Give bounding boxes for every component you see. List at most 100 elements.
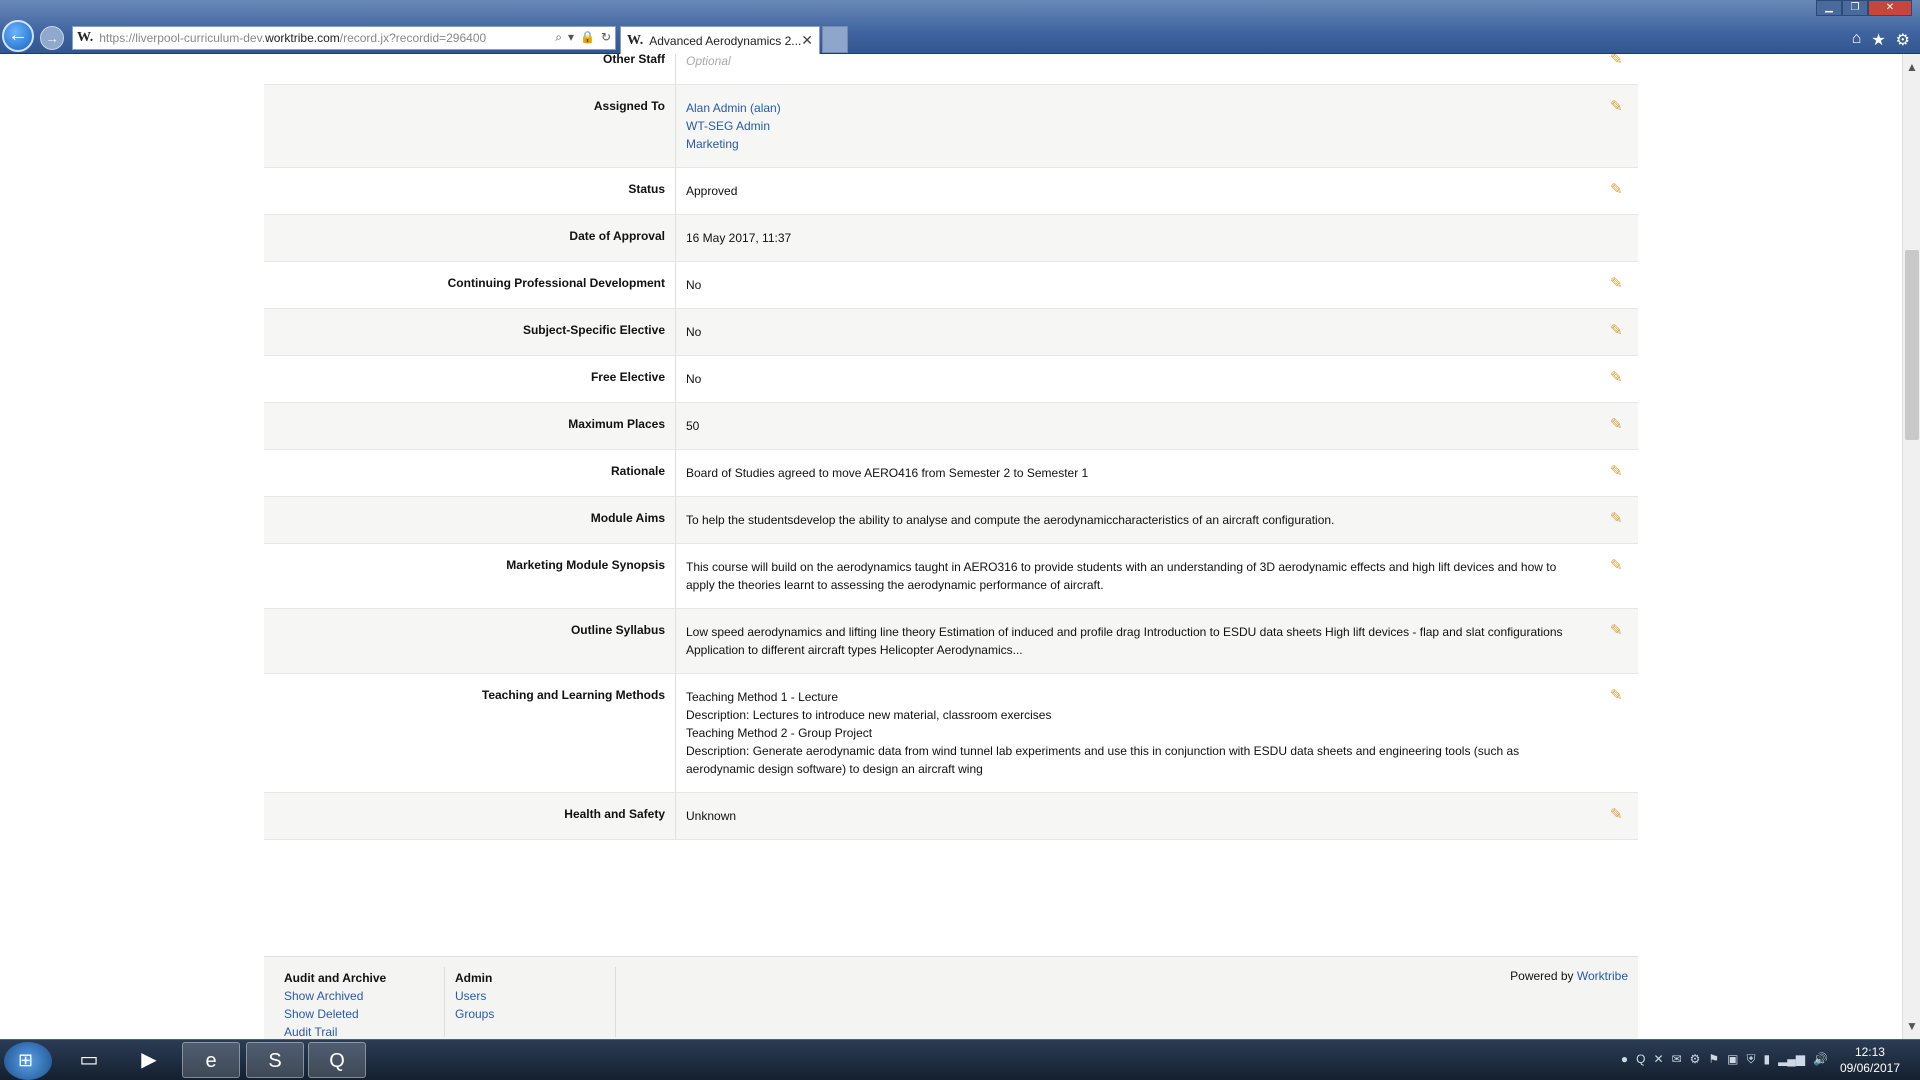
field-label: Continuing Professional Development — [264, 262, 676, 308]
taskbar-media-player-icon[interactable]: ▶ — [120, 1042, 178, 1078]
dropdown-icon[interactable]: ▾ — [568, 30, 574, 45]
tray-icon[interactable]: Q — [1636, 1052, 1645, 1067]
new-tab-button[interactable] — [822, 26, 848, 53]
tray-icon[interactable]: ⛨ — [1746, 1052, 1755, 1067]
forward-button[interactable]: → — [40, 26, 64, 50]
field-value: Board of Studies agreed to move AERO416 … — [676, 450, 1638, 496]
field-value: No ✎ — [676, 309, 1638, 355]
edit-pencil-icon[interactable]: ✎ — [1610, 807, 1626, 823]
browser-right-icons: ⌂ ★ ⚙ — [1852, 30, 1910, 50]
show-archived-link[interactable]: Show Archived — [284, 987, 386, 1005]
clock-time: 12:13 — [1854, 1045, 1885, 1059]
scroll-up-arrow-icon[interactable]: ▲ — [1906, 60, 1918, 74]
edit-pencil-icon[interactable]: ✎ — [1610, 511, 1626, 527]
tray-icon[interactable]: ⚙ — [1690, 1052, 1701, 1067]
refresh-icon[interactable]: ↻ — [601, 30, 611, 45]
taskbar-skype-icon[interactable]: S — [246, 1042, 304, 1078]
tray-icon[interactable]: ▣ — [1727, 1052, 1738, 1067]
tray-icon[interactable]: ✉ — [1672, 1052, 1682, 1067]
assigned-to-link[interactable]: WT-SEG Admin — [686, 117, 1588, 135]
tab-favicon-icon: W. — [627, 32, 644, 48]
edit-pencil-icon[interactable]: ✎ — [1610, 558, 1626, 574]
users-link[interactable]: Users — [455, 987, 494, 1005]
field-label: Status — [264, 168, 676, 214]
favorites-star-icon[interactable]: ★ — [1871, 30, 1885, 50]
tray-icon[interactable]: ● — [1621, 1052, 1628, 1067]
field-value-text: Teaching Method 2 - Group Project — [686, 726, 873, 740]
field-value: Low speed aerodynamics and lifting line … — [676, 609, 1638, 673]
taskbar-file-explorer-icon[interactable]: ▭ — [60, 1042, 118, 1078]
taskbar-clock[interactable]: 12:13 09/06/2017 — [1840, 1044, 1900, 1076]
tray-icon[interactable]: ▮ — [1763, 1052, 1770, 1067]
field-label: Maximum Places — [264, 403, 676, 449]
footer-admin-section: Admin Users Groups — [455, 969, 494, 1023]
tray-icon[interactable]: ⚑ — [1708, 1052, 1719, 1067]
edit-pencil-icon[interactable]: ✎ — [1610, 54, 1626, 68]
powered-by: Powered by Worktribe — [1510, 969, 1628, 983]
field-value-text: To help the studentsdevelop the ability … — [686, 513, 1335, 527]
edit-pencil-icon[interactable]: ✎ — [1610, 417, 1626, 433]
minimize-button[interactable]: ▁ — [1816, 0, 1842, 16]
tray-icon[interactable]: ▂▄▆ — [1778, 1052, 1805, 1067]
field-value-text: Unknown — [686, 809, 737, 823]
edit-pencil-icon[interactable]: ✎ — [1610, 464, 1626, 480]
edit-pencil-icon[interactable]: ✎ — [1610, 370, 1626, 386]
clock-date: 09/06/2017 — [1839, 1061, 1900, 1075]
taskbar-search-app-icon[interactable]: Q — [308, 1042, 366, 1078]
field-value-text: Description: Lectures to introduce new m… — [686, 708, 1052, 722]
page-footer: Audit and Archive Show Archived Show Del… — [264, 956, 1638, 1039]
edit-pencil-icon[interactable]: ✎ — [1610, 688, 1626, 704]
placeholder-text: Optional — [686, 54, 731, 68]
start-button[interactable]: ⊞ — [4, 1042, 52, 1080]
edit-pencil-icon[interactable]: ✎ — [1610, 276, 1626, 292]
window-controls: ▁ ❐ ✕ — [1816, 0, 1912, 16]
field-label: Subject-Specific Elective — [264, 309, 676, 355]
scrollbar-thumb[interactable] — [1905, 250, 1919, 440]
field-label: Outline Syllabus — [264, 609, 676, 673]
field-label: Teaching and Learning Methods — [264, 674, 676, 792]
edit-pencil-icon[interactable]: ✎ — [1610, 623, 1626, 639]
field-value: 16 May 2017, 11:37 — [676, 215, 1638, 261]
close-window-button[interactable]: ✕ — [1868, 0, 1912, 16]
tray-icon[interactable]: 🔊 — [1813, 1052, 1828, 1067]
system-tray: ● Q ✕ ✉ ⚙ ⚑ ▣ ⛨ ▮ ▂▄▆ 🔊 — [1621, 1052, 1828, 1067]
show-deleted-link[interactable]: Show Deleted — [284, 1005, 386, 1023]
tray-icon[interactable]: ✕ — [1653, 1052, 1663, 1067]
assigned-to-link[interactable]: Alan Admin (alan) — [686, 99, 1588, 117]
edit-pencil-icon[interactable]: ✎ — [1610, 323, 1626, 339]
assigned-to-link[interactable]: Marketing — [686, 135, 1588, 153]
edit-pencil-icon[interactable]: ✎ — [1610, 99, 1626, 115]
record-row: Status Approved ✎ — [264, 168, 1638, 215]
field-label: Rationale — [264, 450, 676, 496]
field-value-text: Description: Generate aerodynamic data f… — [686, 744, 1520, 776]
scroll-down-arrow-icon[interactable]: ▼ — [1906, 1019, 1918, 1033]
back-button[interactable]: ← — [2, 20, 34, 52]
field-value: Teaching Method 1 - Lecture Description: … — [676, 674, 1638, 792]
edit-pencil-icon[interactable]: ✎ — [1610, 182, 1626, 198]
field-value-text: Teaching Method 1 - Lecture — [686, 690, 839, 704]
vertical-scrollbar[interactable]: ▲ ▼ — [1902, 54, 1920, 1039]
browser-chrome: ← → W. https://liverpool-curriculum-dev.… — [0, 0, 1920, 54]
groups-link[interactable]: Groups — [455, 1005, 494, 1023]
settings-gear-icon[interactable]: ⚙ — [1896, 30, 1910, 50]
page-content: Other Staff Optional ✎ Assigned To Alan Admi… — [0, 54, 1902, 1039]
search-icon[interactable]: ⌕ — [555, 30, 562, 45]
field-value: 50 ✎ — [676, 403, 1638, 449]
taskbar-internet-explorer-icon[interactable]: e — [182, 1042, 240, 1078]
audit-trail-link[interactable]: Audit Trail — [284, 1023, 386, 1039]
field-label: Date of Approval — [264, 215, 676, 261]
address-bar[interactable]: W. https://liverpool-curriculum-dev.work… — [72, 26, 616, 50]
worktribe-link[interactable]: Worktribe — [1577, 969, 1628, 983]
field-label: Other Staff — [264, 54, 676, 84]
field-value-text: Board of Studies agreed to move AERO416 … — [686, 466, 1089, 480]
field-label: Free Elective — [264, 356, 676, 402]
browser-tab[interactable]: W. Advanced Aerodynamics 2... ✕ — [620, 26, 820, 54]
record-row: Rationale Board of Studies agreed to move… — [264, 450, 1638, 497]
home-icon[interactable]: ⌂ — [1852, 30, 1862, 50]
field-value: No ✎ — [676, 356, 1638, 402]
address-tools: ⌕ ▾ 🔒 ↻ — [555, 30, 611, 45]
url-text[interactable]: https://liverpool-curriculum-dev.worktri… — [99, 31, 486, 45]
close-tab-icon[interactable]: ✕ — [801, 32, 813, 49]
lock-icon[interactable]: 🔒 — [580, 30, 595, 45]
restore-button[interactable]: ❐ — [1842, 0, 1868, 16]
